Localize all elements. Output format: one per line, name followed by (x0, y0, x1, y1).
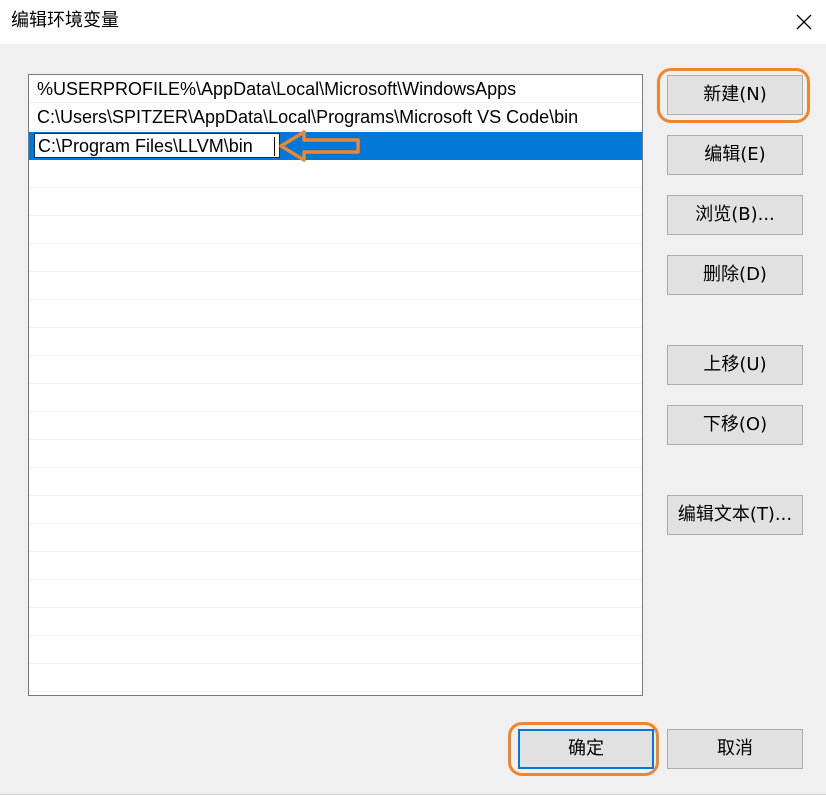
path-list[interactable]: %USERPROFILE%\AppData\Local\Microsoft\Wi… (28, 74, 643, 696)
delete-button[interactable]: 删除(D) (667, 255, 803, 295)
list-item-empty[interactable] (29, 300, 642, 328)
list-item-empty[interactable] (29, 328, 642, 356)
list-item-empty[interactable] (29, 552, 642, 580)
ok-button[interactable]: 确定 (518, 729, 654, 769)
list-item-empty[interactable] (29, 580, 642, 608)
list-item-empty[interactable] (29, 636, 642, 664)
list-item-empty[interactable] (29, 664, 642, 692)
list-item-empty[interactable] (29, 468, 642, 496)
dialog-title: 编辑环境变量 (11, 10, 119, 31)
cancel-button[interactable]: 取消 (667, 729, 803, 769)
text-caret (274, 137, 275, 156)
title-bar: 编辑环境变量 (0, 0, 826, 44)
list-item-empty[interactable] (29, 244, 642, 272)
list-item-empty[interactable] (29, 440, 642, 468)
left-arrow-icon (279, 130, 360, 162)
browse-button[interactable]: 浏览(B)... (667, 195, 803, 235)
list-item-empty[interactable] (29, 608, 642, 636)
close-button[interactable] (780, 0, 826, 44)
list-item-text: %USERPROFILE%\AppData\Local\Microsoft\Wi… (37, 79, 517, 99)
list-item-empty[interactable] (29, 412, 642, 440)
list-item-empty[interactable] (29, 496, 642, 524)
edit-text-button[interactable]: 编辑文本(T)... (667, 495, 803, 535)
list-item-empty[interactable] (29, 160, 642, 188)
list-item-empty[interactable] (29, 272, 642, 300)
list-item-empty[interactable] (29, 524, 642, 552)
list-item[interactable]: %USERPROFILE%\AppData\Local\Microsoft\Wi… (29, 75, 642, 103)
path-edit-input[interactable]: C:\Program Files\LLVM\bin (34, 133, 280, 158)
move-down-button[interactable]: 下移(O) (667, 405, 803, 445)
move-up-button[interactable]: 上移(U) (667, 345, 803, 385)
edit-button[interactable]: 编辑(E) (667, 135, 803, 175)
close-icon (796, 14, 812, 30)
edit-environment-variable-dialog: 编辑环境变量 %USERPROFILE%\AppData\Local\Micro… (0, 0, 826, 795)
list-item-text: C:\Users\SPITZER\AppData\Local\Programs\… (37, 107, 579, 127)
path-edit-value: C:\Program Files\LLVM\bin (38, 136, 253, 156)
list-item[interactable]: C:\Users\SPITZER\AppData\Local\Programs\… (29, 103, 642, 131)
list-item-empty[interactable] (29, 356, 642, 384)
list-item-empty[interactable] (29, 188, 642, 216)
new-button[interactable]: 新建(N) (667, 75, 803, 115)
list-item-empty[interactable] (29, 384, 642, 412)
list-item-empty[interactable] (29, 216, 642, 244)
